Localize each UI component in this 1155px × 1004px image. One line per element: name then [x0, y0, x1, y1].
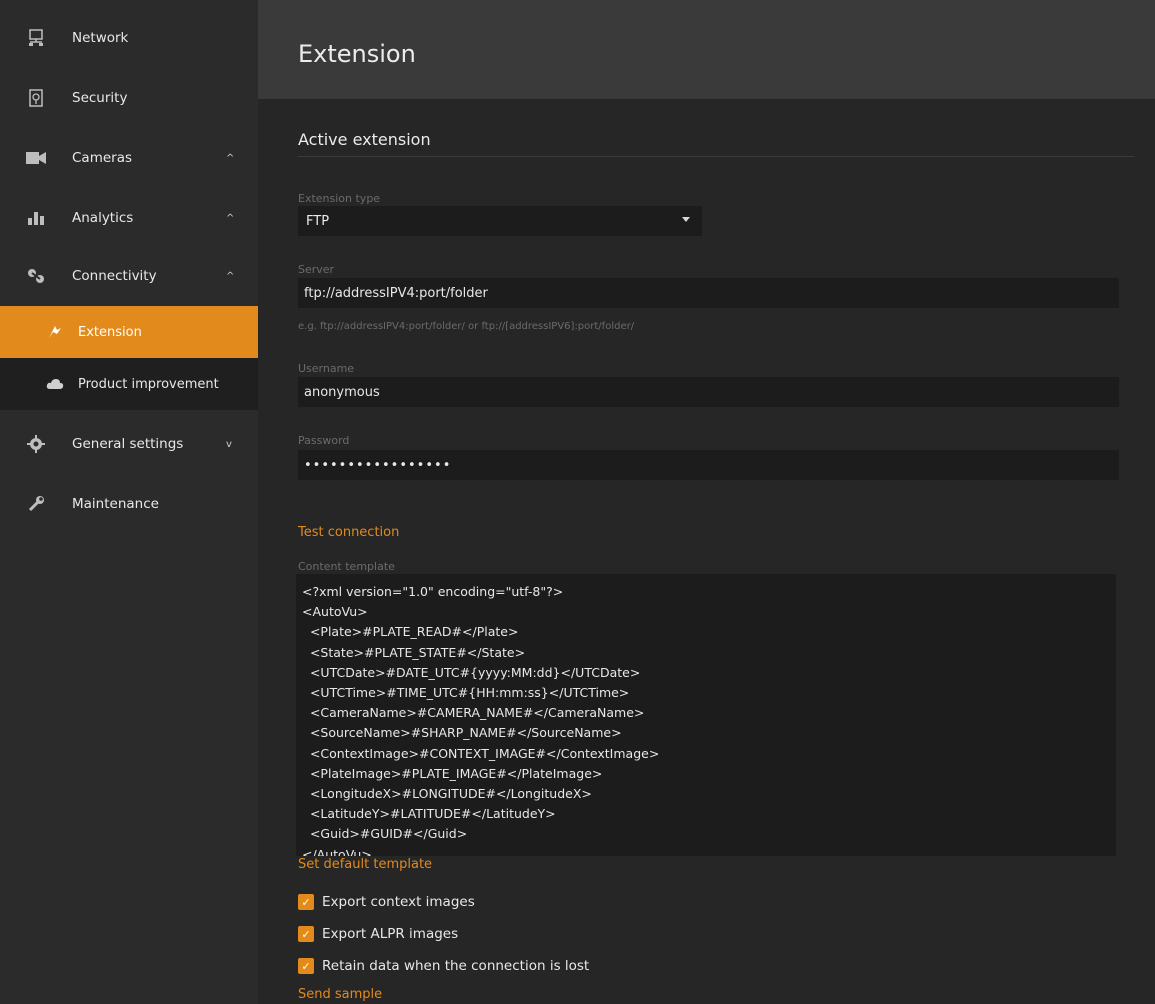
- page-header: Extension: [258, 0, 1155, 99]
- checkmark-icon[interactable]: ✓: [298, 958, 314, 974]
- password-value: •••••••••••••••••: [304, 457, 452, 473]
- sidebar-item-network[interactable]: Network: [0, 8, 258, 68]
- checkbox-label: Export ALPR images: [322, 926, 459, 942]
- sidebar-item-security[interactable]: Security: [0, 68, 258, 128]
- server-value: ftp://addressIPV4:port/folder: [304, 285, 488, 301]
- code-line: </AutoVu>: [302, 846, 372, 856]
- checkmark-icon[interactable]: ✓: [298, 926, 314, 942]
- sidebar-item-label: Security: [72, 90, 128, 106]
- checkmark-icon[interactable]: ✓: [298, 894, 314, 910]
- set-default-template-link[interactable]: Set default template: [298, 857, 432, 872]
- chevron-up-icon[interactable]: ^: [226, 271, 234, 282]
- code-line: <UTCTime>#TIME_UTC#{HH:mm:ss}</UTCTime>: [302, 685, 630, 701]
- chevron-down-icon[interactable]: v: [226, 439, 232, 450]
- sidebar-item-maintenance[interactable]: Maintenance: [0, 474, 258, 534]
- main-content: Active extension Extension type FTP Serv…: [258, 99, 1155, 1004]
- export-context-images-checkbox[interactable]: ✓ Export context images: [298, 892, 475, 912]
- retain-data-checkbox[interactable]: ✓ Retain data when the connection is los…: [298, 956, 589, 976]
- send-sample-link[interactable]: Send sample: [298, 987, 382, 1002]
- export-alpr-images-checkbox[interactable]: ✓ Export ALPR images: [298, 924, 458, 944]
- sidebar-item-label: Connectivity: [72, 268, 157, 284]
- code-line: <UTCDate>#DATE_UTC#{yyyy:MM:dd}</UTCDate…: [302, 664, 641, 680]
- sidebar-subitem-product-improvement[interactable]: Product improvement: [0, 358, 258, 410]
- password-input[interactable]: •••••••••••••••••: [298, 450, 1119, 480]
- connectivity-icon: [26, 266, 46, 286]
- code-line: <Plate>#PLATE_READ#</Plate>: [302, 624, 519, 640]
- chevron-up-icon[interactable]: ^: [226, 213, 234, 224]
- content-template-label: Content template: [298, 560, 395, 573]
- code-line: <ContextImage>#CONTEXT_IMAGE#</ContextIm…: [302, 745, 660, 761]
- username-value: anonymous: [304, 384, 380, 400]
- username-input[interactable]: anonymous: [298, 377, 1119, 407]
- sidebar-subitem-extension[interactable]: Extension: [0, 306, 258, 358]
- sidebar-item-label: Maintenance: [72, 496, 159, 512]
- content-template-textarea[interactable]: <?xml version="1.0" encoding="utf-8"?> <…: [296, 574, 1116, 856]
- code-line: <SourceName>#SHARP_NAME#</SourceName>: [302, 725, 622, 741]
- test-connection-link[interactable]: Test connection: [298, 525, 399, 540]
- sidebar-item-connectivity[interactable]: Connectivity ^: [0, 246, 258, 306]
- sidebar: Network Security Cameras ^ Analytics ^ C…: [0, 0, 259, 1004]
- code-line: <PlateImage>#PLATE_IMAGE#</PlateImage>: [302, 765, 603, 781]
- extension-icon: [46, 323, 64, 341]
- code-line: <State>#PLATE_STATE#</State>: [302, 644, 526, 660]
- code-line: <Guid>#GUID#</Guid>: [302, 826, 468, 842]
- code-line: <LongitudeX>#LONGITUDE#</LongitudeX>: [302, 786, 592, 802]
- code-line: <?xml version="1.0" encoding="utf-8"?>: [302, 584, 564, 599]
- server-hint: e.g. ftp://addressIPV4:port/folder/ or f…: [298, 321, 635, 332]
- page-title: Extension: [298, 40, 416, 68]
- extension-type-label: Extension type: [298, 192, 381, 205]
- password-label: Password: [298, 434, 350, 447]
- cloud-icon: [46, 375, 64, 393]
- chevron-up-icon[interactable]: ^: [226, 153, 234, 164]
- sidebar-item-cameras[interactable]: Cameras ^: [0, 128, 258, 188]
- sidebar-item-label: Analytics: [72, 210, 134, 226]
- security-icon: [26, 88, 46, 108]
- checkbox-label: Export context images: [322, 894, 475, 910]
- username-label: Username: [298, 362, 355, 375]
- sidebar-item-analytics[interactable]: Analytics ^: [0, 188, 258, 248]
- sidebar-item-general-settings[interactable]: General settings v: [0, 414, 258, 474]
- server-label: Server: [298, 263, 335, 276]
- section-title: Active extension: [298, 130, 431, 149]
- network-icon: [26, 28, 46, 48]
- gear-icon: [26, 434, 46, 454]
- camera-icon: [26, 148, 46, 168]
- extension-type-value: FTP: [306, 213, 330, 229]
- sidebar-item-label: Network: [72, 30, 129, 46]
- code-line: <LatitudeY>#LATITUDE#</LatitudeY>: [302, 806, 556, 822]
- code-line: <AutoVu>: [302, 604, 368, 620]
- server-input[interactable]: ftp://addressIPV4:port/folder: [298, 278, 1119, 308]
- wrench-icon: [26, 494, 46, 514]
- extension-type-select[interactable]: FTP: [298, 206, 702, 236]
- sidebar-item-label: Cameras: [72, 150, 133, 166]
- divider: [298, 156, 1134, 157]
- code-line: <CameraName>#CAMERA_NAME#</CameraName>: [302, 705, 645, 721]
- sidebar-subitem-label: Extension: [78, 324, 142, 340]
- sidebar-item-label: General settings: [72, 436, 184, 452]
- sidebar-subitem-label: Product improvement: [78, 376, 219, 392]
- analytics-icon: [26, 208, 46, 228]
- caret-down-icon: [682, 217, 690, 222]
- checkbox-label: Retain data when the connection is lost: [322, 958, 590, 974]
